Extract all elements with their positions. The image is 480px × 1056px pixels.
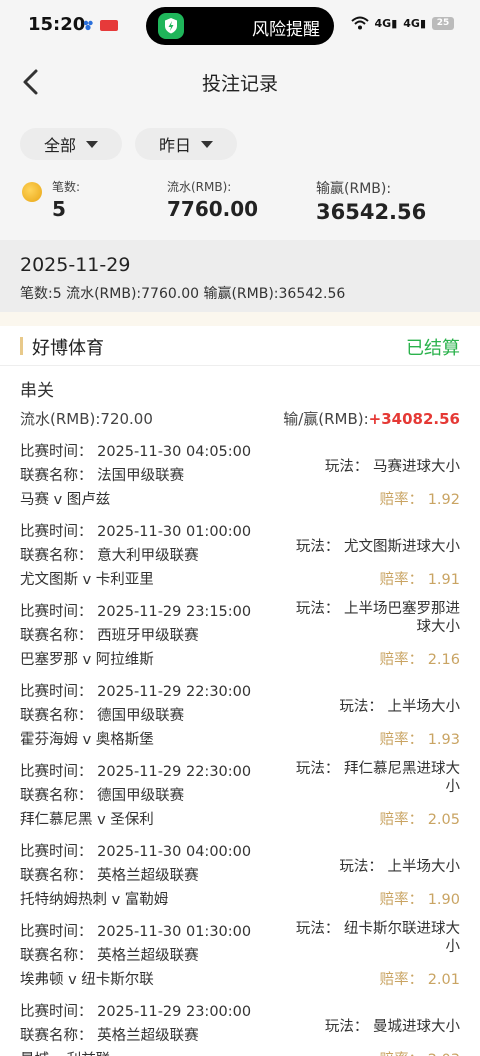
match-odds: 赔率： 2.16: [379, 652, 460, 668]
list-item: 比赛时间： 2025-11-29 23:00:00 联赛名称： 英格兰超级联赛 …: [0, 996, 480, 1056]
match-time: 比赛时间： 2025-11-29 22:30:00: [20, 684, 252, 700]
match-teams: 埃弗顿 v 纽卡斯尔联: [20, 972, 154, 988]
bet-count-label: 笔数:: [52, 180, 81, 194]
bet-count-stat: 笔数: 5: [52, 178, 80, 221]
news-app-icon: [100, 20, 118, 31]
match-teams: 曼城 v 利兹联: [20, 1048, 110, 1056]
win-loss-label: 输赢(RMB):: [316, 181, 392, 197]
list-item: 比赛时间： 2025-11-30 01:30:00 联赛名称： 英格兰超级联赛 …: [0, 916, 480, 996]
status-time: 15:20: [28, 14, 86, 35]
turnover-value: 7760.00: [167, 197, 259, 221]
divider: [0, 312, 480, 326]
match-league: 联赛名称： 德国甲级联赛: [20, 788, 185, 804]
match-time: 比赛时间： 2025-11-29 23:00:00: [20, 1004, 252, 1020]
match-time: 比赛时间： 2025-11-30 01:00:00: [20, 524, 252, 540]
scope-filter-dropdown[interactable]: 全部: [20, 128, 122, 160]
risk-alert-pill[interactable]: 风险提醒: [146, 7, 334, 45]
match-league: 联赛名称： 英格兰超级联赛: [20, 868, 199, 884]
bet-type: 串关: [20, 381, 54, 401]
match-teams: 马赛 v 图卢兹: [20, 492, 111, 508]
list-item: 比赛时间： 2025-11-29 22:30:00 联赛名称： 德国甲级联赛 霍…: [0, 676, 480, 756]
match-league: 联赛名称： 英格兰超级联赛: [20, 948, 199, 964]
match-odds: 赔率： 2.01: [379, 972, 460, 988]
list-item: 比赛时间： 2025-11-29 22:30:00 联赛名称： 德国甲级联赛 拜…: [0, 756, 480, 836]
win-loss-stat: 输赢(RMB): 36542.56: [316, 178, 426, 224]
signal-strength-icon: 4G▮: [374, 16, 398, 30]
list-item: 比赛时间： 2025-11-30 01:00:00 联赛名称： 意大利甲级联赛 …: [0, 516, 480, 596]
signal-strength-icon-2: 4G▮: [403, 16, 426, 30]
win-loss-value: 36542.56: [316, 200, 427, 224]
match-league: 联赛名称： 意大利甲级联赛: [20, 548, 199, 564]
match-league: 联赛名称： 德国甲级联赛: [20, 708, 185, 724]
app-notification-icon: [83, 20, 93, 31]
bet-win-loss: 输/赢(RMB):+34082.56: [283, 408, 460, 429]
date-group-summary: 笔数:5 流水(RMB):7760.00 输赢(RMB):36542.56: [20, 286, 346, 302]
match-time: 比赛时间： 2025-11-29 23:15:00: [20, 604, 252, 620]
match-odds: 赔率： 2.03: [380, 1048, 460, 1056]
nav-header: 投注记录: [0, 52, 480, 112]
match-time: 比赛时间： 2025-11-30 04:05:00: [20, 444, 252, 460]
match-play-type: 玩法： 尤文图斯进球大小: [295, 539, 460, 555]
match-play-type: 玩法： 纽卡斯尔联进球大小: [295, 921, 460, 955]
match-time: 比赛时间： 2025-11-30 01:30:00: [20, 924, 252, 940]
battery-icon: 25: [432, 16, 454, 30]
bet-turnover: 流水(RMB):720.00: [20, 410, 153, 428]
match-odds: 赔率： 1.93: [379, 732, 460, 748]
match-play-type: 玩法： 上半场巴塞罗那进球大小: [295, 601, 460, 635]
match-teams: 拜仁慕尼黑 v 圣保利: [20, 812, 154, 828]
bet-card-header[interactable]: 好博体育 已结算: [0, 326, 480, 366]
match-play-type: 玩法： 上半场大小: [339, 699, 460, 715]
match-play-type: 玩法： 马赛进球大小: [324, 459, 460, 475]
list-item: 比赛时间： 2025-11-30 04:05:00 联赛名称： 法国甲级联赛 马…: [0, 436, 480, 516]
match-teams: 尤文图斯 v 卡利亚里: [20, 572, 154, 588]
caret-down-icon: [201, 140, 213, 148]
shield-icon: [158, 13, 184, 39]
bet-count-value: 5: [52, 197, 66, 221]
system-indicators: 4G▮ 4G▮ 25: [350, 16, 454, 30]
match-teams: 托特纳姆热刺 v 富勒姆: [20, 892, 169, 908]
coin-icon: [22, 182, 42, 202]
list-item: 比赛时间： 2025-11-29 23:15:00 联赛名称： 西班牙甲级联赛 …: [0, 596, 480, 676]
scope-filter-label: 全部: [43, 136, 76, 155]
match-league: 联赛名称： 英格兰超级联赛: [20, 1028, 199, 1044]
bet-win-loss-label: 输/赢(RMB):: [283, 410, 369, 428]
status-bar: 15:20 风险提醒 4G▮ 4G▮ 25: [0, 0, 480, 52]
match-odds: 赔率： 2.05: [379, 812, 460, 828]
match-teams: 巴塞罗那 v 阿拉维斯: [20, 652, 154, 668]
match-odds: 赔率： 1.92: [379, 492, 460, 508]
vendor-name: 好博体育: [32, 338, 104, 359]
match-odds: 赔率： 1.90: [379, 892, 460, 908]
turnover-label: 流水(RMB):: [167, 180, 232, 194]
match-odds: 赔率： 1.91: [379, 572, 460, 588]
match-play-type: 玩法： 曼城进球大小: [324, 1019, 460, 1035]
accent-bar: [20, 337, 23, 355]
caret-down-icon: [86, 140, 98, 148]
match-time: 比赛时间： 2025-11-30 04:00:00: [20, 844, 252, 860]
match-teams: 霍芬海姆 v 奥格斯堡: [20, 732, 154, 748]
bet-win-loss-amount: +34082.56: [368, 410, 460, 428]
turnover-stat: 流水(RMB): 7760.00: [167, 178, 258, 221]
status-badge: 已结算: [406, 338, 460, 359]
risk-alert-text: 风险提醒: [252, 20, 320, 40]
date-filter-label: 昨日: [158, 136, 191, 155]
date-group-header: 2025-11-29 笔数:5 流水(RMB):7760.00 输赢(RMB):…: [0, 240, 480, 312]
list-item: 比赛时间： 2025-11-30 04:00:00 联赛名称： 英格兰超级联赛 …: [0, 836, 480, 916]
match-play-type: 玩法： 上半场大小: [339, 859, 460, 875]
match-league: 联赛名称： 法国甲级联赛: [20, 468, 185, 484]
date-group-date: 2025-11-29: [20, 254, 131, 276]
wifi-icon: [350, 16, 369, 30]
summary-area: 全部 昨日 笔数: 5 流水(RMB): 7760.00 输赢(RMB): 36…: [0, 112, 480, 240]
match-time: 比赛时间： 2025-11-29 22:30:00: [20, 764, 252, 780]
match-league: 联赛名称： 西班牙甲级联赛: [20, 628, 199, 644]
match-play-type: 玩法： 拜仁慕尼黑进球大小: [295, 761, 460, 795]
page-title: 投注记录: [201, 73, 278, 95]
match-list: 比赛时间： 2025-11-30 04:05:00 联赛名称： 法国甲级联赛 马…: [0, 436, 480, 1056]
date-filter-dropdown[interactable]: 昨日: [135, 128, 237, 160]
